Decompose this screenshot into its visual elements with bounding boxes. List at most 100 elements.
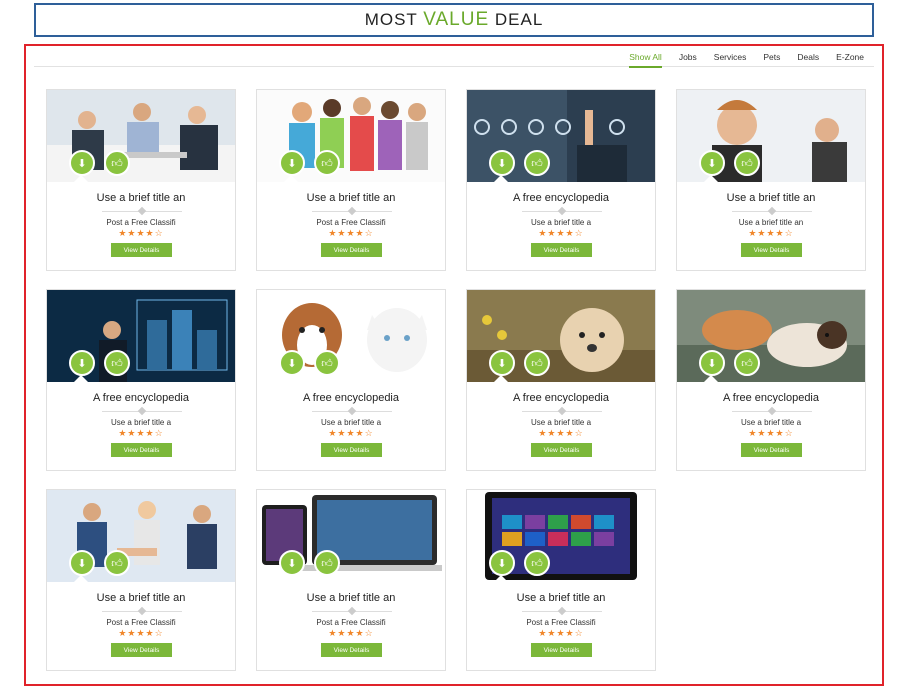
like-button[interactable]: 👍︎ <box>524 150 550 176</box>
listing-panel: Show All Jobs Services Pets Deals E-Zone ⬇ 👍︎… <box>24 44 884 686</box>
view-details-button[interactable]: View Details <box>741 243 802 257</box>
download-button[interactable]: ⬇ <box>69 550 95 576</box>
card-subtitle: Use a brief title a <box>320 418 382 427</box>
card-notch <box>283 575 299 583</box>
divider-diamond <box>347 606 357 616</box>
card-subtitle: Use a brief title a <box>530 218 592 227</box>
download-icon: ⬇ <box>287 157 297 170</box>
like-button[interactable]: 👍︎ <box>524 550 550 576</box>
filter-tab-show-all[interactable]: Show All <box>629 52 662 68</box>
like-button[interactable]: 👍︎ <box>104 350 130 376</box>
download-button[interactable]: ⬇ <box>699 150 725 176</box>
card-title: Use a brief title an <box>96 592 186 604</box>
view-details-button[interactable]: View Details <box>531 443 592 457</box>
filter-bar: Show All Jobs Services Pets Deals E-Zone <box>34 52 874 68</box>
view-details-button[interactable]: View Details <box>111 443 172 457</box>
rating-stars: ★★★★☆ <box>748 428 794 438</box>
card-title: A free encyclopedia <box>512 192 609 204</box>
title-suffix: DEAL <box>489 10 544 29</box>
download-icon: ⬇ <box>497 357 507 370</box>
thumbs-up-icon: 👍︎ <box>531 157 543 170</box>
listing-card: ⬇ 👍︎ A free encyclopedia Use a brief tit… <box>466 89 656 271</box>
download-button[interactable]: ⬇ <box>489 550 515 576</box>
download-button[interactable]: ⬇ <box>279 150 305 176</box>
download-icon: ⬇ <box>497 157 507 170</box>
card-title: Use a brief title an <box>516 592 606 604</box>
page-header: MOST VALUE DEAL <box>34 3 874 37</box>
like-button[interactable]: 👍︎ <box>734 350 760 376</box>
download-button[interactable]: ⬇ <box>279 550 305 576</box>
download-icon: ⬇ <box>707 357 717 370</box>
listing-card: ⬇ 👍︎ Use a brief title an Post a Free Cl… <box>46 89 236 271</box>
view-details-button[interactable]: View Details <box>531 643 592 657</box>
divider-diamond <box>137 606 147 616</box>
view-details-button[interactable]: View Details <box>741 443 802 457</box>
card-title: A free encyclopedia <box>92 392 189 404</box>
divider-diamond <box>347 206 357 216</box>
filter-tab-services[interactable]: Services <box>714 52 747 68</box>
download-button[interactable]: ⬇ <box>69 350 95 376</box>
rating-stars: ★★★★☆ <box>118 228 164 238</box>
like-button[interactable]: 👍︎ <box>104 550 130 576</box>
rating-stars: ★★★★☆ <box>328 628 374 638</box>
view-details-button[interactable]: View Details <box>531 243 592 257</box>
download-icon: ⬇ <box>707 157 717 170</box>
listing-card: ⬇ 👍︎ A free encyclopedia Use a brief tit… <box>256 289 446 471</box>
view-details-button[interactable]: View Details <box>111 643 172 657</box>
view-details-button[interactable]: View Details <box>111 243 172 257</box>
card-subtitle: Post a Free Classifi <box>526 618 596 627</box>
like-button[interactable]: 👍︎ <box>104 150 130 176</box>
divider-diamond <box>557 206 567 216</box>
filter-tab-deals[interactable]: Deals <box>797 52 819 68</box>
card-title: Use a brief title an <box>726 192 816 204</box>
card-subtitle: Post a Free Classifi <box>316 218 386 227</box>
download-button[interactable]: ⬇ <box>489 150 515 176</box>
view-details-button[interactable]: View Details <box>321 443 382 457</box>
listing-card: ⬇ 👍︎ Use a brief title an Use a brief ti… <box>676 89 866 271</box>
like-button[interactable]: 👍︎ <box>314 350 340 376</box>
rating-stars: ★★★★☆ <box>748 228 794 238</box>
filter-tabs: Show All Jobs Services Pets Deals E-Zone <box>612 52 864 68</box>
card-subtitle: Post a Free Classifi <box>316 618 386 627</box>
download-button[interactable]: ⬇ <box>279 350 305 376</box>
like-button[interactable]: 👍︎ <box>314 150 340 176</box>
card-title: Use a brief title an <box>306 592 396 604</box>
view-details-button[interactable]: View Details <box>321 243 382 257</box>
divider-diamond <box>347 406 357 416</box>
listing-card: ⬇ 👍︎ A free encyclopedia Use a brief tit… <box>676 289 866 471</box>
page-title: MOST VALUE DEAL <box>365 9 544 31</box>
filter-tab-pets[interactable]: Pets <box>763 52 780 68</box>
card-title: A free encyclopedia <box>512 392 609 404</box>
download-button[interactable]: ⬇ <box>699 350 725 376</box>
thumbs-up-icon: 👍︎ <box>531 557 543 570</box>
title-prefix: MOST <box>364 10 424 29</box>
card-subtitle: Use a brief title a <box>740 418 802 427</box>
rating-stars: ★★★★☆ <box>538 228 584 238</box>
download-icon: ⬇ <box>287 557 297 570</box>
thumbs-up-icon: 👍︎ <box>531 357 543 370</box>
download-icon: ⬇ <box>77 557 87 570</box>
thumbs-up-icon: 👍︎ <box>321 357 333 370</box>
download-icon: ⬇ <box>77 357 87 370</box>
card-title: A free encyclopedia <box>302 392 399 404</box>
rating-stars: ★★★★☆ <box>538 428 584 438</box>
like-button[interactable]: 👍︎ <box>314 550 340 576</box>
thumbs-up-icon: 👍︎ <box>111 557 123 570</box>
card-subtitle: Post a Free Classifi <box>106 618 176 627</box>
card-notch <box>703 375 719 383</box>
card-subtitle: Use a brief title an <box>738 218 804 227</box>
rating-stars: ★★★★☆ <box>118 628 164 638</box>
download-button[interactable]: ⬇ <box>69 150 95 176</box>
divider-diamond <box>137 406 147 416</box>
thumbs-up-icon: 👍︎ <box>111 157 123 170</box>
download-button[interactable]: ⬇ <box>489 350 515 376</box>
divider-diamond <box>557 406 567 416</box>
card-subtitle: Use a brief title a <box>530 418 592 427</box>
divider-diamond <box>137 206 147 216</box>
title-accent: VALUE <box>423 9 490 30</box>
like-button[interactable]: 👍︎ <box>524 350 550 376</box>
filter-tab-jobs[interactable]: Jobs <box>679 52 697 68</box>
view-details-button[interactable]: View Details <box>321 643 382 657</box>
like-button[interactable]: 👍︎ <box>734 150 760 176</box>
filter-tab-e-zone[interactable]: E-Zone <box>836 52 864 68</box>
